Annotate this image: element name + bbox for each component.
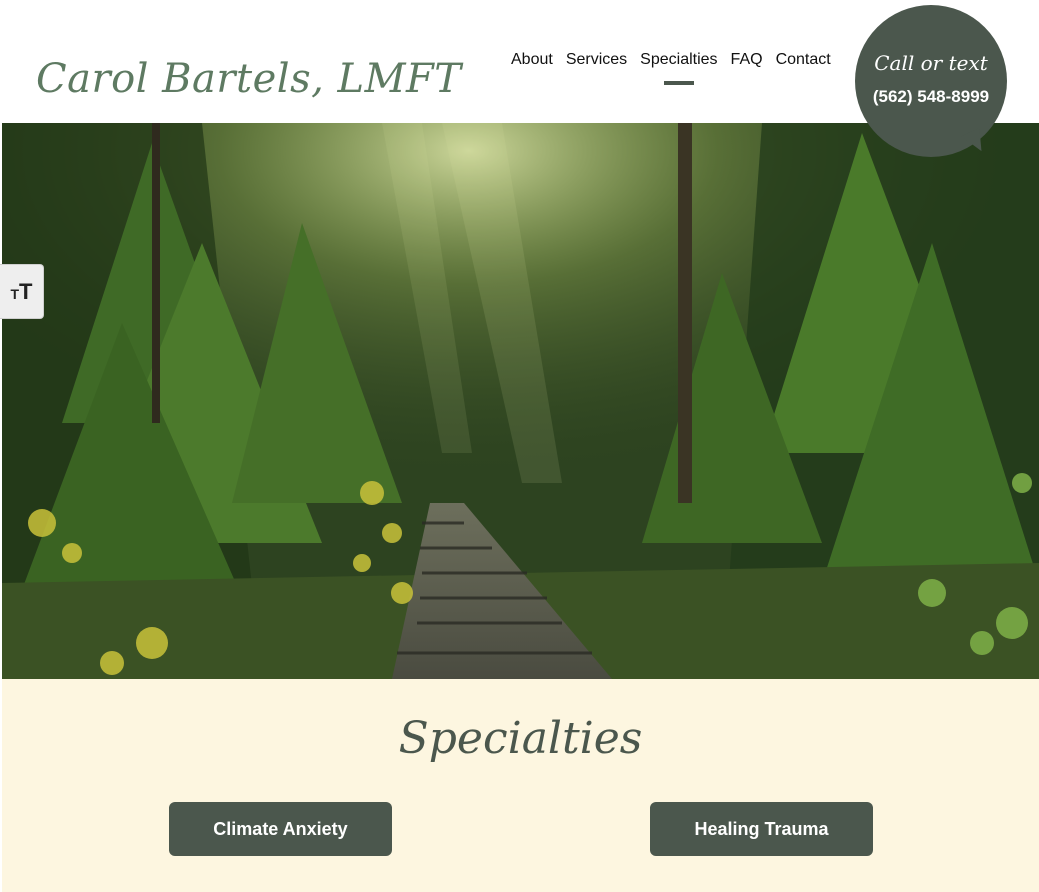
call-label: Call or text <box>874 51 988 75</box>
nav-contact[interactable]: Contact <box>776 51 831 69</box>
text-size-icon[interactable]: TT <box>0 264 44 319</box>
forest-path-illustration <box>2 123 1039 679</box>
site-logo[interactable]: Carol Bartels, LMFT <box>36 56 461 102</box>
main-nav: About Services Specialties FAQ Contact <box>511 51 844 69</box>
climate-anxiety-button[interactable]: Climate Anxiety <box>169 802 392 856</box>
nav-services[interactable]: Services <box>566 51 627 69</box>
section-title: Specialties <box>398 713 643 764</box>
hero-forest-image <box>2 123 1039 679</box>
site-header: Carol Bartels, LMFT About Services Speci… <box>0 0 1039 157</box>
nav-faq[interactable]: FAQ <box>731 51 763 69</box>
call-or-text-bubble[interactable]: Call or text (562) 548-8999 <box>855 5 1007 157</box>
nav-specialties[interactable]: Specialties <box>640 51 717 69</box>
healing-trauma-button[interactable]: Healing Trauma <box>650 802 873 856</box>
nav-about[interactable]: About <box>511 51 553 69</box>
specialties-section: Specialties Climate Anxiety Healing Trau… <box>2 679 1039 892</box>
phone-number[interactable]: (562) 548-8999 <box>855 87 1007 107</box>
